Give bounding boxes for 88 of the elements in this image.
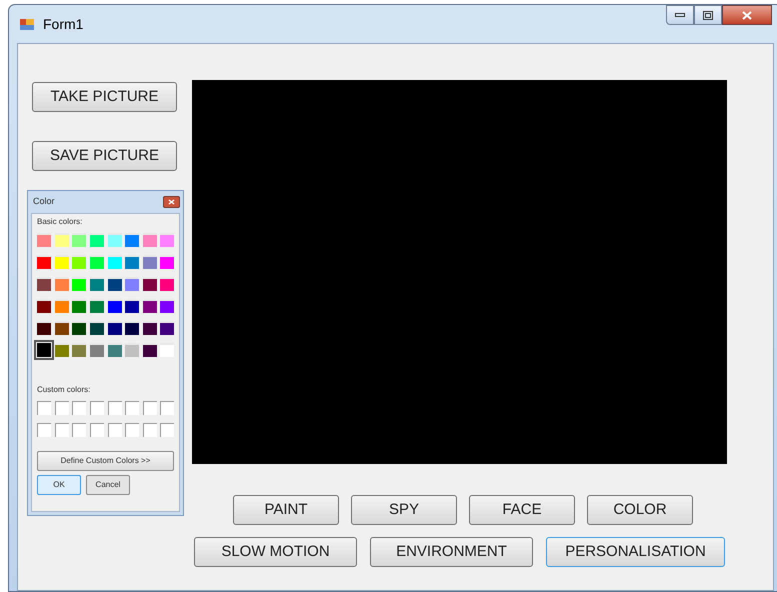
color-swatch[interactable] bbox=[90, 343, 104, 357]
color-swatch[interactable] bbox=[108, 277, 122, 291]
color-swatch[interactable] bbox=[72, 277, 86, 291]
ok-button[interactable]: OK bbox=[37, 475, 81, 495]
color-swatch[interactable] bbox=[37, 321, 51, 335]
color-swatch[interactable] bbox=[142, 343, 157, 357]
close-icon bbox=[742, 10, 752, 20]
close-button[interactable] bbox=[722, 5, 772, 25]
color-swatch[interactable] bbox=[125, 343, 140, 357]
maximize-icon bbox=[703, 10, 713, 20]
dialog-title: Color bbox=[32, 195, 55, 208]
color-swatch[interactable] bbox=[160, 321, 174, 335]
color-swatch[interactable] bbox=[125, 277, 140, 291]
color-swatch[interactable] bbox=[142, 255, 157, 269]
custom-color-slot[interactable] bbox=[54, 423, 69, 437]
color-swatch[interactable] bbox=[142, 321, 157, 335]
custom-color-slot[interactable] bbox=[125, 401, 140, 415]
take-picture-button[interactable]: TAKE PICTURE bbox=[32, 82, 177, 112]
color-swatch[interactable] bbox=[90, 299, 104, 313]
button[interactable]: PAINT bbox=[233, 495, 339, 525]
color-swatch[interactable] bbox=[72, 255, 86, 269]
color-swatch[interactable] bbox=[160, 299, 174, 313]
color-swatch[interactable] bbox=[37, 299, 51, 313]
color-swatch[interactable] bbox=[160, 277, 174, 291]
color-swatch[interactable] bbox=[125, 321, 140, 335]
custom-color-slot[interactable] bbox=[142, 401, 157, 415]
button[interactable]: PERSONALISATION bbox=[546, 537, 725, 567]
custom-color-slot[interactable] bbox=[160, 423, 174, 437]
button[interactable]: FACE bbox=[469, 495, 575, 525]
color-swatch[interactable] bbox=[108, 233, 122, 247]
close-icon bbox=[168, 199, 175, 205]
custom-color-slot[interactable] bbox=[160, 401, 174, 415]
color-swatch[interactable] bbox=[54, 277, 69, 291]
custom-color-slot[interactable] bbox=[37, 423, 51, 437]
color-swatch[interactable] bbox=[125, 299, 140, 313]
color-swatch[interactable] bbox=[160, 233, 174, 247]
color-swatch[interactable] bbox=[160, 255, 174, 269]
color-swatch[interactable] bbox=[90, 277, 104, 291]
custom-color-slot[interactable] bbox=[108, 423, 122, 437]
color-swatch[interactable] bbox=[54, 233, 69, 247]
color-swatch[interactable] bbox=[142, 299, 157, 313]
custom-color-slot[interactable] bbox=[90, 423, 104, 437]
color-swatch[interactable] bbox=[54, 255, 69, 269]
color-swatch[interactable] bbox=[125, 255, 140, 269]
color-swatch[interactable] bbox=[108, 321, 122, 335]
window-title: Form1 bbox=[43, 14, 84, 34]
color-swatch[interactable] bbox=[108, 255, 122, 269]
color-swatch[interactable] bbox=[54, 321, 69, 335]
minimize-button[interactable] bbox=[666, 5, 694, 25]
save-picture-button[interactable]: SAVE PICTURE bbox=[32, 141, 177, 171]
color-swatch[interactable] bbox=[72, 321, 86, 335]
color-swatch[interactable] bbox=[108, 343, 122, 357]
button[interactable]: ENVIRONMENT bbox=[370, 537, 533, 567]
color-swatch[interactable] bbox=[90, 255, 104, 269]
color-swatch[interactable] bbox=[72, 343, 86, 357]
maximize-button[interactable] bbox=[694, 5, 722, 25]
color-swatch[interactable] bbox=[37, 277, 51, 291]
button[interactable]: COLOR bbox=[587, 495, 693, 525]
custom-color-slot[interactable] bbox=[72, 423, 86, 437]
color-swatch[interactable] bbox=[37, 343, 51, 357]
custom-color-slot[interactable] bbox=[108, 401, 122, 415]
close-button[interactable] bbox=[163, 196, 180, 208]
color-swatch[interactable] bbox=[90, 321, 104, 335]
button[interactable]: SLOW MOTION bbox=[194, 537, 357, 567]
color-swatch[interactable] bbox=[108, 299, 122, 313]
custom-color-slot[interactable] bbox=[37, 401, 51, 415]
cancel-button[interactable]: Cancel bbox=[86, 475, 130, 495]
basic-colors-label: Basic colors: bbox=[37, 217, 84, 227]
color-swatch[interactable] bbox=[54, 343, 69, 357]
custom-color-slot[interactable] bbox=[72, 401, 86, 415]
app-icon bbox=[19, 16, 35, 32]
color-swatch[interactable] bbox=[37, 233, 51, 247]
color-swatch[interactable] bbox=[72, 299, 86, 313]
color-swatch[interactable] bbox=[37, 255, 51, 269]
custom-colors-label: Custom colors: bbox=[37, 385, 92, 395]
minimize-icon bbox=[675, 13, 685, 17]
custom-color-slot[interactable] bbox=[54, 401, 69, 415]
color-swatch[interactable] bbox=[142, 233, 157, 247]
define-custom-colors-button[interactable]: Define Custom Colors >> bbox=[37, 451, 174, 471]
color-swatch[interactable] bbox=[125, 233, 140, 247]
color-swatch[interactable] bbox=[54, 299, 69, 313]
color-swatch[interactable] bbox=[72, 233, 86, 247]
color-swatch[interactable] bbox=[90, 233, 104, 247]
custom-color-slot[interactable] bbox=[142, 423, 157, 437]
button[interactable]: SPY bbox=[351, 495, 457, 525]
custom-color-slot[interactable] bbox=[90, 401, 104, 415]
custom-color-slot[interactable] bbox=[125, 423, 140, 437]
color-swatch[interactable] bbox=[142, 277, 157, 291]
